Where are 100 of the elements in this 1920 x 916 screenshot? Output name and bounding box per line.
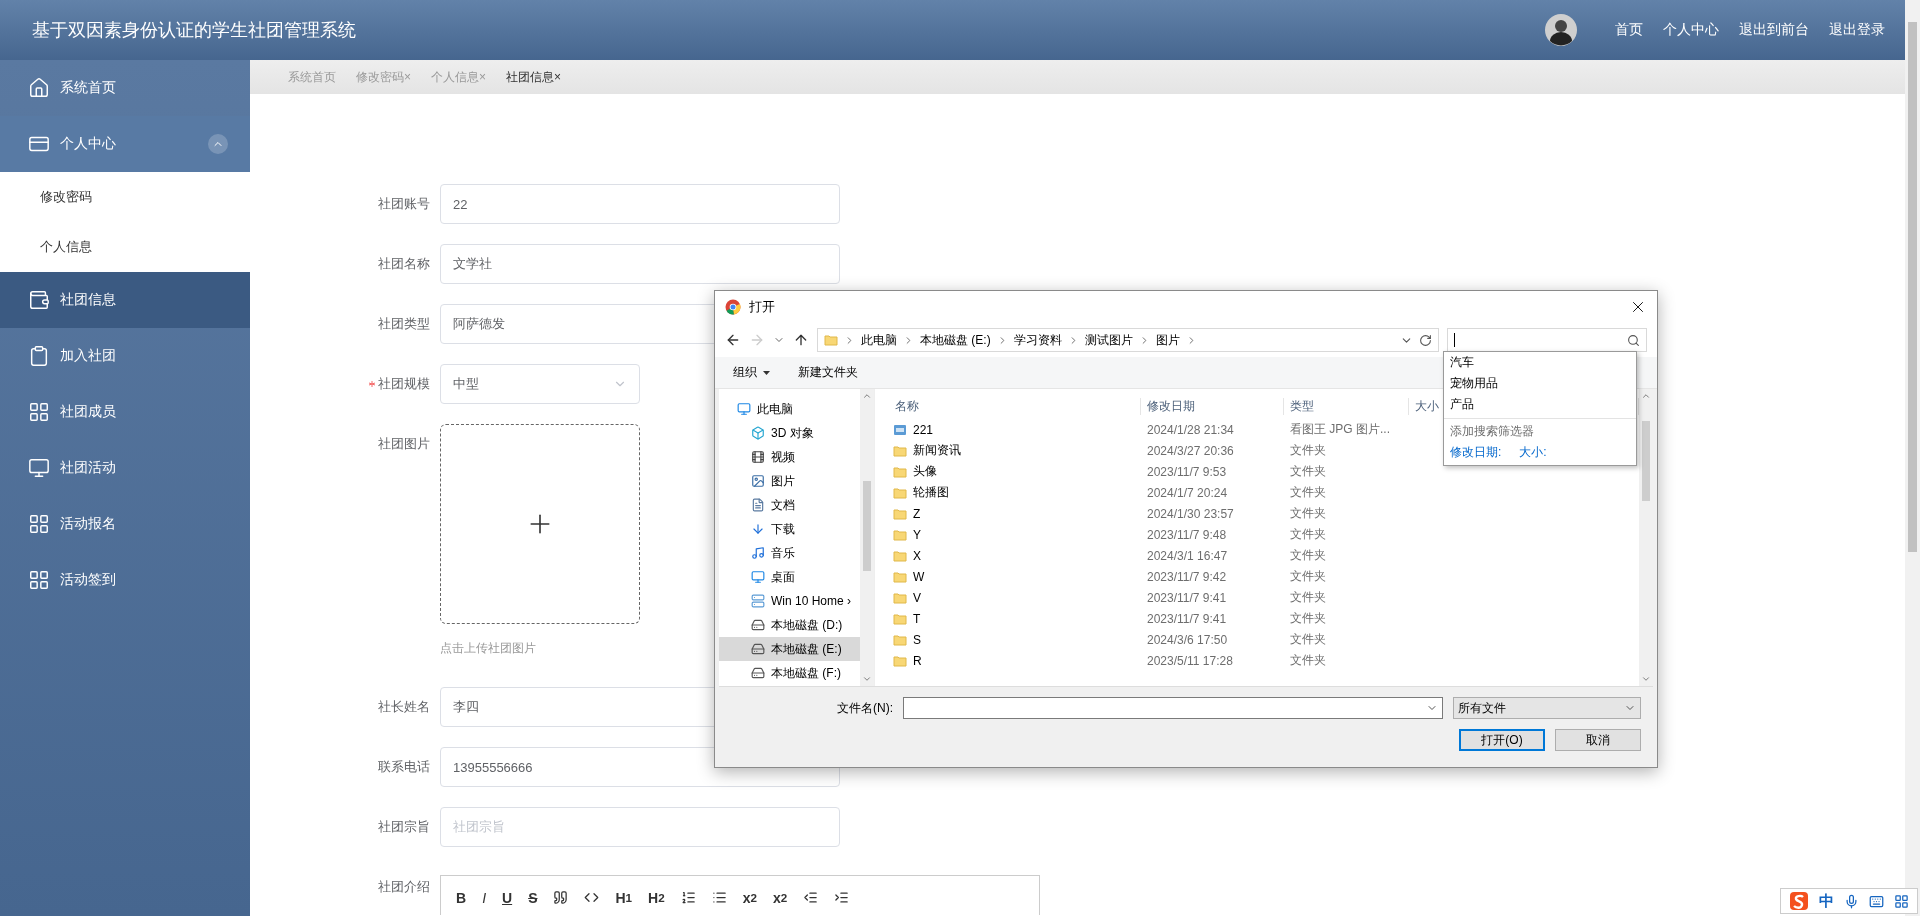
desktop-icon <box>751 570 765 584</box>
sidebar-item[interactable]: 社团成员 <box>0 384 250 440</box>
column-header[interactable]: 类型 <box>1284 397 1409 415</box>
nav-pane-item[interactable]: 视频 <box>719 445 860 469</box>
file-name: V <box>913 590 921 605</box>
sidebar-item[interactable]: 加入社团 <box>0 328 250 384</box>
folder-icon <box>893 548 907 563</box>
file-date: 2024/1/7 20:24 <box>1146 485 1229 500</box>
nav-pane-item[interactable]: 本地磁盘 (E:) <box>719 637 860 661</box>
scroll-down-icon[interactable] <box>862 674 872 684</box>
breadcrumb[interactable]: 图片 <box>1155 331 1180 349</box>
suggestion-item[interactable]: 汽车 <box>1444 352 1636 373</box>
new-folder-button[interactable]: 新建文件夹 <box>798 364 858 381</box>
organize-button[interactable]: 组织 <box>733 364 770 381</box>
breadcrumb[interactable]: 此电脑 <box>861 331 897 349</box>
breadcrumb[interactable]: 学习资料 <box>1013 331 1062 349</box>
file-row[interactable]: Y 2023/11/7 9:48 文件夹 <box>889 524 1409 545</box>
format-button[interactable]: S <box>525 889 541 906</box>
file-name: Z <box>913 506 921 521</box>
text-field[interactable]: 文学社 <box>440 244 840 284</box>
collapse-toggle[interactable] <box>208 134 228 154</box>
nav-pane-item[interactable]: 下载 <box>719 517 860 541</box>
sidebar-subitem[interactable]: 个人信息 <box>0 222 250 272</box>
sidebar-item[interactable]: 活动报名 <box>0 496 250 552</box>
tab[interactable]: 社团信息× <box>506 68 562 86</box>
header-link[interactable]: 首页 <box>1615 21 1643 39</box>
header-link[interactable]: 退出到前台 <box>1739 21 1809 39</box>
sidebar-item[interactable]: 活动签到 <box>0 552 250 608</box>
file-type-select[interactable]: 所有文件 <box>1453 697 1641 719</box>
filter-link[interactable]: 大小: <box>1519 444 1547 461</box>
column-header[interactable]: 名称 <box>889 397 1141 415</box>
suggestion-item[interactable]: 产品 <box>1444 394 1636 415</box>
document-icon <box>751 498 765 512</box>
file-row[interactable]: 轮播图 2024/1/7 20:24 文件夹 <box>889 482 1409 503</box>
file-type: 文件夹 <box>1289 652 1327 669</box>
up-icon[interactable] <box>793 332 809 348</box>
scroll-thumb[interactable] <box>1908 22 1917 552</box>
file-row[interactable]: S 2024/3/6 17:50 文件夹 <box>889 629 1409 650</box>
field-label: 社团宗旨 <box>378 818 430 836</box>
file-name: Y <box>913 527 921 542</box>
filename-field[interactable] <box>903 697 1443 719</box>
sidebar-item[interactable]: 社团信息 <box>0 272 250 328</box>
header-link[interactable]: 个人中心 <box>1663 21 1719 39</box>
column-header[interactable]: 修改日期 <box>1141 397 1284 415</box>
file-name: 轮播图 <box>913 484 949 501</box>
open-button[interactable]: 打开(O) <box>1459 729 1545 751</box>
format-button[interactable]: B <box>453 889 470 906</box>
file-date: 2023/11/7 9:48 <box>1146 527 1228 542</box>
file-row[interactable]: X 2024/3/1 16:47 文件夹 <box>889 545 1409 566</box>
avatar[interactable] <box>1545 14 1577 46</box>
file-row[interactable]: T 2023/11/7 9:41 文件夹 <box>889 608 1409 629</box>
app-title: 基于双因素身份认证的学生社团管理系统 <box>32 19 357 42</box>
file-row[interactable]: R 2023/5/11 17:28 文件夹 <box>889 650 1409 671</box>
sidebar-item[interactable]: 个人中心 <box>0 116 250 172</box>
house-icon <box>28 77 50 99</box>
ime-mode[interactable]: 中 <box>1819 891 1834 911</box>
scroll-up-icon[interactable] <box>1641 391 1651 401</box>
sidebar-item[interactable]: 社团活动 <box>0 440 250 496</box>
scroll-thumb[interactable] <box>863 481 871 571</box>
ime-logo-icon <box>1789 891 1809 911</box>
nav-pane-item[interactable]: 此电脑 <box>719 397 860 421</box>
header-link[interactable]: 退出登录 <box>1829 21 1885 39</box>
file-row[interactable]: 头像 2023/11/7 9:53 文件夹 <box>889 461 1409 482</box>
keyboard-icon[interactable] <box>1869 893 1884 909</box>
nav-pane-item[interactable]: Win 10 Home › <box>719 589 860 613</box>
sidebar-item[interactable]: 系统首页 <box>0 60 250 116</box>
format-button[interactable]: I <box>479 889 489 906</box>
file-row[interactable]: W 2023/11/7 9:42 文件夹 <box>889 566 1409 587</box>
microphone-icon[interactable] <box>1844 893 1859 909</box>
file-name: T <box>913 611 921 626</box>
drive-icon <box>751 642 765 656</box>
text-field[interactable]: 22 <box>440 184 840 224</box>
suggestion-item[interactable]: 宠物用品 <box>1444 373 1636 394</box>
breadcrumb[interactable]: 测试图片 <box>1084 331 1133 349</box>
file-row[interactable]: V 2023/11/7 9:41 文件夹 <box>889 587 1409 608</box>
field-label: 社团图片 <box>378 435 430 453</box>
nav-pane-item[interactable]: 本地磁盘 (D:) <box>719 613 860 637</box>
nav-pane-item[interactable]: 文档 <box>719 493 860 517</box>
file-row[interactable]: 221 2024/1/28 21:34 看图王 JPG 图片... <box>889 419 1409 440</box>
computer-icon <box>751 594 765 608</box>
back-icon[interactable] <box>725 332 741 348</box>
nav-pane-item[interactable]: 桌面 <box>719 565 860 589</box>
nav-pane-item[interactable]: 音乐 <box>719 541 860 565</box>
refresh-icon[interactable] <box>1419 333 1432 347</box>
breadcrumb[interactable]: 本地磁盘 (E:) <box>920 331 991 349</box>
grid-icon <box>28 513 50 535</box>
grid-icon[interactable] <box>1894 893 1909 909</box>
scroll-up-icon[interactable] <box>862 391 872 401</box>
filter-link[interactable]: 修改日期: <box>1450 444 1502 461</box>
scroll-thumb[interactable] <box>1642 421 1650 501</box>
cancel-button[interactable]: 取消 <box>1555 729 1641 751</box>
file-row[interactable]: 新闻资讯 2024/3/27 20:36 文件夹 <box>889 440 1409 461</box>
nav-pane-item[interactable]: 3D 对象 <box>719 421 860 445</box>
sidebar-subitem[interactable]: 修改密码 <box>0 172 250 222</box>
scroll-down-icon[interactable] <box>1641 674 1651 684</box>
nav-pane-item[interactable]: 本地磁盘 (F:) <box>719 661 860 685</box>
select-field[interactable]: 中型 <box>440 364 640 404</box>
format-button[interactable]: U <box>499 889 516 906</box>
file-row[interactable]: Z 2024/1/30 23:57 文件夹 <box>889 503 1409 524</box>
nav-pane-item[interactable]: 图片 <box>719 469 860 493</box>
